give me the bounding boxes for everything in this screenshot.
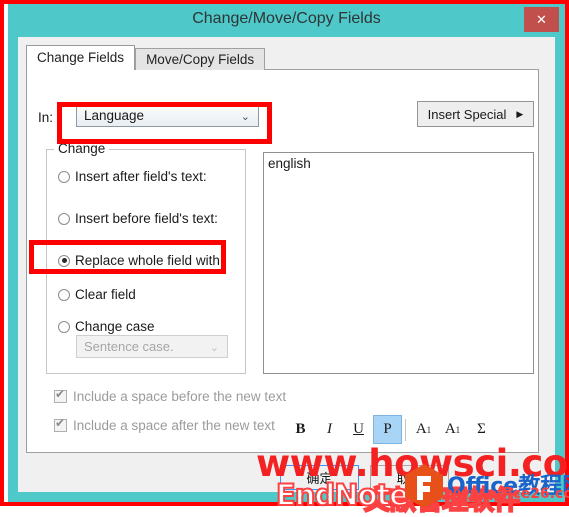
chevron-down-icon: ⌄ (209, 342, 219, 354)
radio-replace-whole-field-label: Replace whole field with: (75, 253, 224, 268)
dialog-window: Change/Move/Copy Fields ✕ Change Fields … (8, 4, 565, 502)
field-select[interactable]: Language ⌄ (76, 104, 259, 127)
toolbar-divider (405, 418, 406, 441)
bold-button[interactable]: B (286, 415, 315, 444)
titlebar: Change/Move/Copy Fields ✕ (8, 4, 565, 37)
checkbox-space-after-label: Include a space after the new text (73, 418, 275, 433)
plain-button[interactable]: P (373, 415, 402, 444)
in-field-label: In: (38, 110, 54, 125)
tabstrip: Change Fields Move/Copy Fields (26, 45, 266, 70)
case-select[interactable]: Sentence case. ⌄ (76, 335, 228, 358)
radio-insert-after[interactable]: Insert after field's text: (58, 169, 207, 184)
insert-special-button[interactable]: Insert Special ▶ (417, 101, 534, 127)
window-title: Change/Move/Copy Fields (192, 10, 381, 27)
radio-insert-after-indicator (58, 170, 70, 183)
format-toolbar: B I U P A1 A1 Σ (286, 414, 496, 445)
cancel-button[interactable]: 取消 (370, 465, 449, 490)
superscript-button[interactable]: A1 (409, 415, 438, 444)
subscript-digit: 1 (455, 424, 461, 435)
subscript-letter: A (444, 421, 456, 437)
radio-clear-field[interactable]: Clear field (58, 287, 136, 302)
radio-insert-before[interactable]: Insert before field's text: (58, 211, 218, 226)
radio-clear-field-indicator (58, 288, 70, 301)
radio-change-case-label: Change case (75, 319, 155, 334)
radio-replace-whole-field[interactable]: Replace whole field with: (58, 253, 224, 268)
ok-button[interactable]: 确定 (280, 465, 359, 490)
close-icon[interactable]: ✕ (524, 7, 559, 32)
case-select-value: Sentence case. (84, 339, 174, 354)
radio-insert-after-label: Insert after field's text: (75, 169, 207, 184)
chevron-down-icon: ⌄ (240, 111, 250, 123)
radio-insert-before-label: Insert before field's text: (75, 211, 218, 226)
insert-special-label: Insert Special (427, 106, 507, 122)
checkbox-space-after[interactable]: Include a space after the new text (54, 417, 275, 433)
radio-change-case-indicator (58, 320, 70, 333)
field-select-value: Language (84, 108, 145, 123)
dialog-client-area: Change Fields Move/Copy Fields In: Langu… (18, 37, 555, 492)
checkbox-space-before-indicator (54, 388, 67, 403)
radio-clear-field-label: Clear field (75, 287, 136, 302)
screenshot-root: Change/Move/Copy Fields ✕ Change Fields … (0, 0, 569, 517)
superscript-letter: A (415, 421, 427, 437)
tab-change-fields[interactable]: Change Fields (26, 45, 136, 70)
replacement-text-input[interactable]: english (263, 152, 534, 374)
checkbox-space-before[interactable]: Include a space before the new text (54, 388, 287, 404)
checkbox-space-after-indicator (54, 417, 67, 432)
chevron-right-icon: ▶ (516, 108, 524, 119)
radio-insert-before-indicator (58, 212, 70, 225)
radio-change-case[interactable]: Change case (58, 319, 155, 334)
italic-button[interactable]: I (315, 415, 344, 444)
checkbox-space-before-label: Include a space before the new text (73, 389, 287, 404)
radio-replace-whole-field-indicator (58, 254, 70, 267)
change-groupbox-legend: Change (54, 141, 110, 156)
symbol-button[interactable]: Σ (467, 415, 496, 444)
tab-move-copy-fields[interactable]: Move/Copy Fields (135, 48, 266, 70)
superscript-digit: 1 (426, 424, 432, 435)
subscript-button[interactable]: A1 (438, 415, 467, 444)
underline-button[interactable]: U (344, 415, 373, 444)
